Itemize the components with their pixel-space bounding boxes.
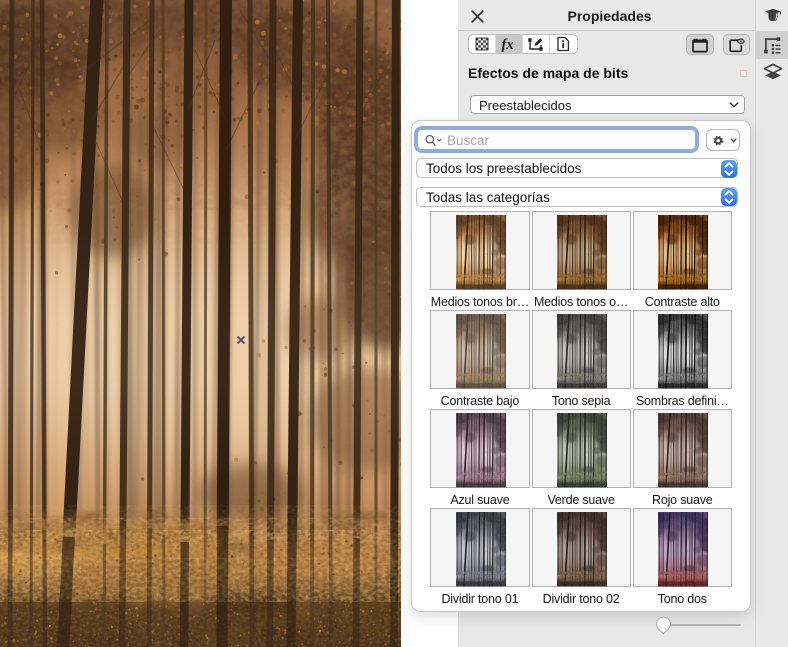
svg-text:fx: fx bbox=[501, 37, 513, 52]
